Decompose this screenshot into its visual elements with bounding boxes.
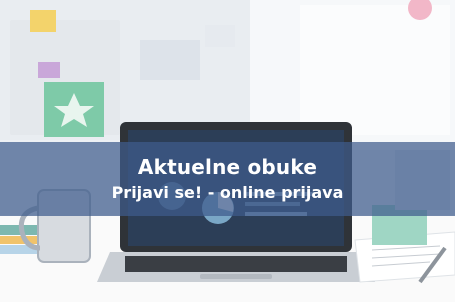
training-promo-card[interactable]: Aktuelne obuke Prijavi se! - online prij… bbox=[0, 0, 455, 302]
promo-banner[interactable]: Aktuelne obuke Prijavi se! - online prij… bbox=[0, 142, 455, 216]
promo-title: Aktuelne obuke bbox=[137, 155, 318, 179]
promo-subtitle-link[interactable]: Prijavi se! - online prijava bbox=[112, 182, 344, 204]
